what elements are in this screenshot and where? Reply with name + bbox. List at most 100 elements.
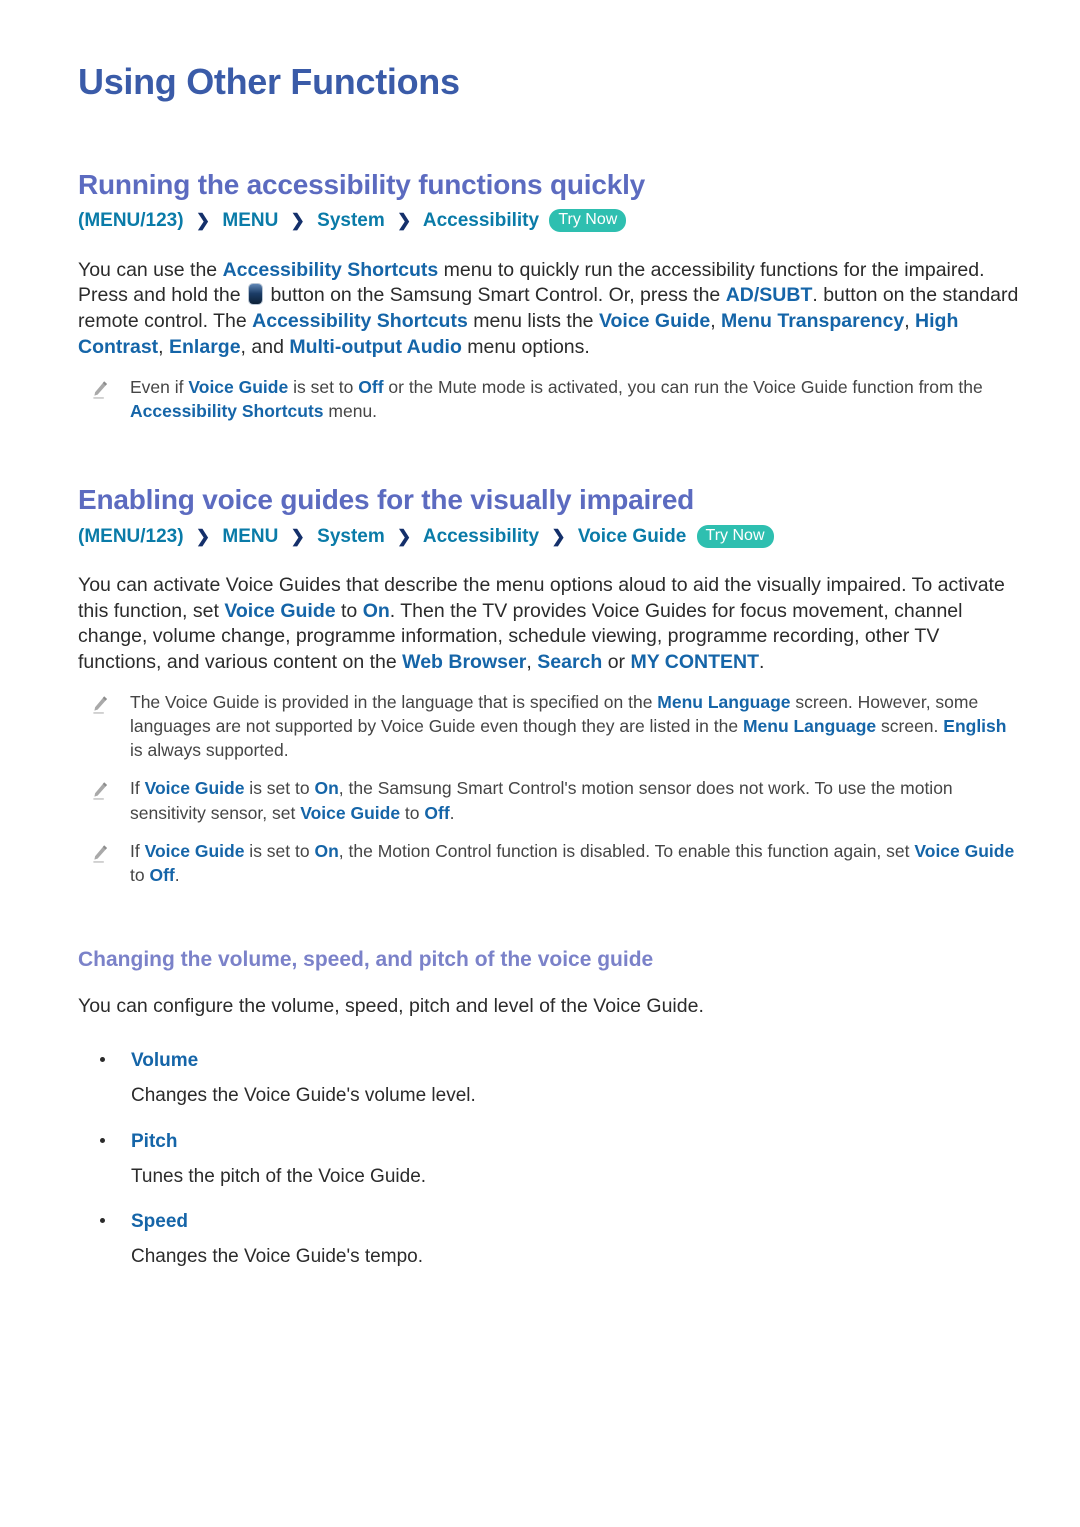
- link-voice-guide[interactable]: Voice Guide: [145, 778, 245, 798]
- list-item-label-volume[interactable]: Volume: [131, 1050, 198, 1072]
- note-text: If Voice Guide is set to On, the Samsung…: [130, 776, 1020, 824]
- text-run: is set to: [288, 376, 359, 397]
- chevron-right-icon: ❯: [290, 211, 305, 231]
- section-heading: Running the accessibility functions quic…: [78, 168, 646, 200]
- text-run: or the Mute mode is activated, you can r…: [383, 376, 983, 397]
- link-search[interactable]: Search: [537, 651, 602, 673]
- text-run: or: [602, 651, 631, 674]
- link-voice-guide[interactable]: Voice Guide: [188, 377, 288, 397]
- list-item: Volume: [78, 1050, 1020, 1072]
- breadcrumb-item-menu123[interactable]: (MENU/123): [78, 526, 184, 547]
- breadcrumb-item-system[interactable]: System: [317, 526, 385, 547]
- chevron-right-icon: ❯: [397, 526, 412, 546]
- text-run: ,: [526, 651, 538, 674]
- subsection-spacer: [78, 901, 1020, 947]
- link-ad-subt[interactable]: AD/SUBT: [726, 284, 813, 306]
- breadcrumb-item-accessibility[interactable]: Accessibility: [423, 526, 539, 547]
- link-on[interactable]: On: [314, 778, 338, 798]
- text-run: is set to: [244, 840, 315, 861]
- chevron-right-icon: ❯: [195, 211, 211, 231]
- text-run: button on the Samsung Smart Control. Or,…: [265, 284, 726, 307]
- link-english[interactable]: English: [943, 716, 1006, 736]
- link-menu-transparency[interactable]: Menu Transparency: [721, 310, 904, 332]
- page-title: Using Other Functions: [78, 61, 460, 102]
- text-run: If: [130, 778, 145, 799]
- chevron-right-icon: ❯: [195, 526, 211, 546]
- bullet-dot-icon: [100, 1056, 105, 1062]
- link-voice-guide[interactable]: Voice Guide: [599, 310, 710, 332]
- subsection-changing-volume-speed-pitch: Changing the volume, speed, and pitch of…: [78, 947, 1020, 1270]
- section-heading: Enabling voice guides for the visually i…: [78, 483, 695, 515]
- breadcrumb-item-menu[interactable]: MENU: [222, 210, 278, 231]
- text-run: screen.: [876, 716, 944, 737]
- link-off[interactable]: Off: [149, 865, 174, 885]
- link-on[interactable]: On: [314, 841, 338, 861]
- link-web-browser[interactable]: Web Browser: [402, 651, 526, 673]
- note-block: Even if Voice Guide is set to Off or the…: [78, 375, 1020, 423]
- link-accessibility-shortcuts[interactable]: Accessibility Shortcuts: [223, 259, 439, 281]
- text-run: to: [400, 802, 425, 823]
- note-block: The Voice Guide is provided in the langu…: [78, 690, 1020, 762]
- text-run: menu options.: [461, 335, 590, 358]
- text-run: Even if: [130, 376, 189, 397]
- breadcrumb: (MENU/123) ❯ MENU ❯ System ❯ Accessibili…: [78, 207, 1020, 236]
- text-run: ,: [904, 310, 916, 333]
- note-block: If Voice Guide is set to On, the Motion …: [78, 839, 1020, 887]
- try-now-badge[interactable]: Try Now: [696, 524, 774, 548]
- breadcrumb-item-voice-guide[interactable]: Voice Guide: [578, 526, 686, 547]
- link-menu-language[interactable]: Menu Language: [657, 692, 790, 712]
- try-now-badge[interactable]: Try Now: [549, 209, 627, 233]
- link-on[interactable]: On: [363, 600, 390, 622]
- link-voice-guide[interactable]: Voice Guide: [145, 841, 245, 861]
- section-enabling-voice-guides: Enabling voice guides for the visually i…: [78, 483, 1020, 1270]
- link-voice-guide[interactable]: Voice Guide: [300, 803, 400, 823]
- list-item-label-pitch[interactable]: Pitch: [131, 1131, 177, 1153]
- link-my-content[interactable]: MY CONTENT: [630, 651, 759, 673]
- list-item: Pitch: [78, 1131, 1020, 1153]
- link-voice-guide[interactable]: Voice Guide: [224, 600, 335, 622]
- list-item-description: Tunes the pitch of the Voice Guide.: [131, 1165, 427, 1187]
- text-run: .: [449, 802, 455, 823]
- link-voice-guide[interactable]: Voice Guide: [914, 841, 1014, 861]
- section-paragraph: You can use the Accessibility Shortcuts …: [78, 258, 1020, 361]
- text-run: If: [130, 840, 145, 861]
- list-item-description: Changes the Voice Guide's tempo.: [131, 1246, 423, 1268]
- remote-control-button-icon: [249, 284, 263, 305]
- note-text: Even if Voice Guide is set to Off or the…: [130, 375, 1020, 423]
- list-item-label-speed[interactable]: Speed: [131, 1211, 188, 1233]
- breadcrumb: (MENU/123) ❯ MENU ❯ System ❯ Accessibili…: [78, 523, 1020, 552]
- text-run: to: [130, 864, 150, 885]
- subsection-intro: You can configure the volume, speed, pit…: [78, 995, 704, 1018]
- breadcrumb-item-menu123[interactable]: (MENU/123): [78, 210, 184, 231]
- pencil-icon: [90, 843, 110, 865]
- note-text: If Voice Guide is set to On, the Motion …: [130, 839, 1020, 887]
- link-off[interactable]: Off: [358, 377, 383, 397]
- text-run: The Voice Guide is provided in the langu…: [130, 691, 658, 712]
- link-multi-output-audio[interactable]: Multi-output Audio: [289, 336, 462, 358]
- link-enlarge[interactable]: Enlarge: [169, 336, 241, 358]
- pencil-icon: [90, 780, 110, 802]
- text-run: ,: [710, 310, 722, 333]
- chevron-right-icon: ❯: [397, 211, 412, 231]
- text-run: menu.: [323, 400, 378, 421]
- document-page: Using Other Functions Running the access…: [0, 0, 1080, 1270]
- breadcrumb-item-accessibility[interactable]: Accessibility: [423, 210, 539, 231]
- text-run: menu lists the: [467, 310, 599, 333]
- section-paragraph: You can activate Voice Guides that descr…: [78, 573, 1020, 676]
- text-run: to: [335, 599, 363, 622]
- list-item: Speed: [78, 1211, 1020, 1233]
- link-accessibility-shortcuts[interactable]: Accessibility Shortcuts: [130, 401, 324, 421]
- breadcrumb-item-menu[interactable]: MENU: [222, 526, 278, 547]
- note-text: The Voice Guide is provided in the langu…: [130, 690, 1020, 762]
- breadcrumb-item-system[interactable]: System: [317, 210, 385, 231]
- note-block: If Voice Guide is set to On, the Samsung…: [78, 776, 1020, 824]
- section-running-accessibility: Running the accessibility functions quic…: [78, 168, 1020, 423]
- link-off[interactable]: Off: [424, 803, 449, 823]
- link-menu-language[interactable]: Menu Language: [743, 716, 876, 736]
- link-accessibility-shortcuts[interactable]: Accessibility Shortcuts: [252, 310, 468, 332]
- bullet-dot-icon: [100, 1218, 105, 1224]
- text-run: is always supported.: [130, 740, 289, 761]
- text-run: You can use the: [78, 258, 223, 281]
- text-run: , and: [240, 335, 290, 358]
- pencil-icon: [90, 379, 110, 401]
